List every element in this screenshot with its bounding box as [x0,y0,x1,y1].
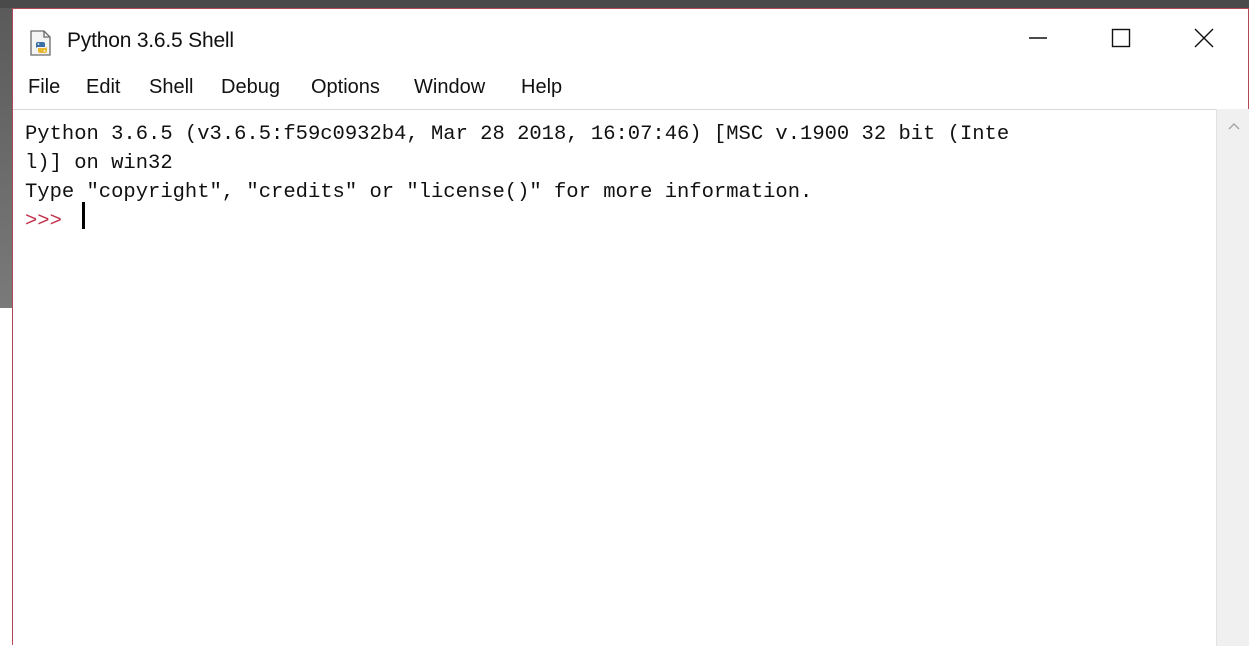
menu-debug[interactable]: Debug [219,76,282,99]
vertical-scrollbar[interactable] [1216,109,1249,646]
chevron-up-icon [1227,118,1241,136]
menu-bar: File Edit Shell Debug Options Window Hel… [13,73,1248,107]
minimize-icon [1028,28,1048,53]
menu-window[interactable]: Window [412,76,487,99]
close-button[interactable] [1169,19,1239,61]
menu-edit[interactable]: Edit [84,76,122,99]
shell-output-line: Type "copyright", "credits" or "license(… [25,181,813,204]
desktop-background [0,0,1249,8]
idle-shell-window: Python 3.6.5 Shell File Edit Shell Debug… [12,8,1249,646]
shell-output-line: Python 3.6.5 (v3.6.5:f59c0932b4, Mar 28 … [25,123,1010,146]
shell-text-area[interactable]: Python 3.6.5 (v3.6.5:f59c0932b4, Mar 28 … [13,109,1216,646]
text-cursor [82,202,85,229]
shell-prompt-line: >>> [25,208,62,236]
menu-shell[interactable]: Shell [147,76,195,99]
maximize-icon [1111,28,1131,53]
window-title: Python 3.6.5 Shell [67,29,234,52]
minimize-button[interactable] [1003,19,1073,61]
title-bar[interactable]: Python 3.6.5 Shell [13,9,1248,69]
shell-output-line: l)] on win32 [25,152,173,175]
shell-prompt: >>> [25,210,62,233]
close-icon [1194,28,1214,53]
python-idle-icon[interactable] [27,29,55,57]
menu-file[interactable]: File [26,76,62,99]
maximize-button[interactable] [1086,19,1156,61]
menu-options[interactable]: Options [309,76,382,99]
desktop-background-left [0,8,12,308]
scroll-up-button[interactable] [1217,109,1249,145]
menu-help[interactable]: Help [519,76,564,99]
